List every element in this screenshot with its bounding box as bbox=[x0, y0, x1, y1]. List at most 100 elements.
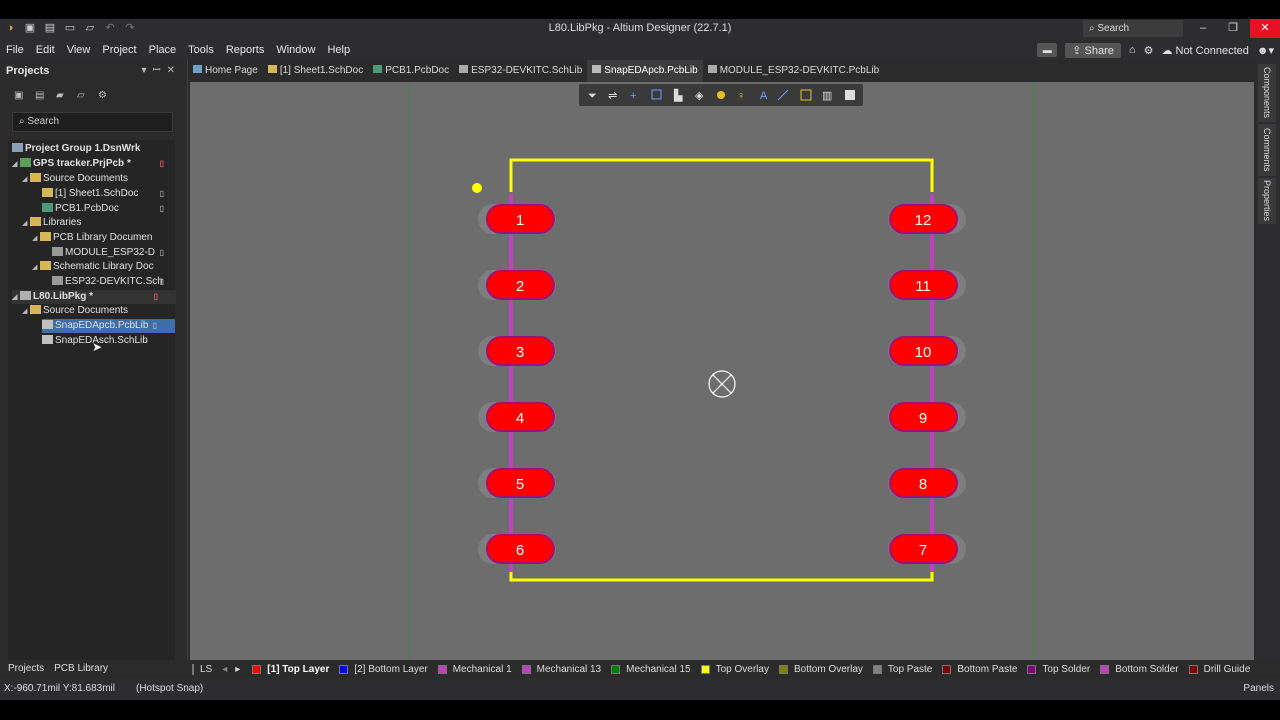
pad-12[interactable]: 12 bbox=[888, 204, 966, 234]
save-project-icon[interactable]: ▣ bbox=[14, 90, 26, 102]
pad-5[interactable]: 5 bbox=[478, 468, 556, 498]
layer-tab-top-layer[interactable]: [1] Top Layer bbox=[248, 664, 335, 675]
layer-tab-bottom-layer[interactable]: [2] Bottom Layer bbox=[335, 664, 433, 675]
tab-sheet1[interactable]: [1] Sheet1.SchDoc bbox=[263, 60, 368, 82]
tree-item-document[interactable]: PCB1.PcbDoc ▯ bbox=[42, 202, 164, 216]
tree-item-document[interactable]: ESP32-DEVKITC.Sch ▯ bbox=[52, 275, 164, 289]
layer-tab-top-solder[interactable]: Top Solder bbox=[1023, 664, 1096, 675]
menu-tools[interactable]: Tools bbox=[182, 40, 220, 60]
gear-icon[interactable]: ⚙ bbox=[1144, 44, 1154, 57]
pad-8[interactable]: 8 bbox=[888, 468, 966, 498]
collapse-arrow-icon[interactable]: ◢ bbox=[12, 291, 20, 305]
menu-edit[interactable]: Edit bbox=[30, 40, 61, 60]
user-icon[interactable]: ☻▾ bbox=[1257, 44, 1274, 57]
layer-tab-top-overlay[interactable]: Top Overlay bbox=[697, 664, 775, 675]
tree-item-project[interactable]: ◢ GPS tracker.PrjPcb * ▯ bbox=[12, 157, 164, 172]
tab-snapeda-pcblib[interactable]: SnapEDApcb.PcbLib bbox=[587, 60, 703, 82]
maximize-button[interactable]: ❐ bbox=[1218, 19, 1248, 38]
tab-properties[interactable]: Properties bbox=[1258, 178, 1276, 224]
text-icon[interactable]: A bbox=[760, 90, 768, 102]
filter-icon[interactable]: ⏷ bbox=[588, 90, 597, 102]
minimize-button[interactable]: – bbox=[1188, 19, 1218, 38]
tree-item-folder[interactable]: ◢ Source Documents bbox=[22, 304, 190, 318]
tree-item-document[interactable]: [1] Sheet1.SchDoc ▯ bbox=[42, 187, 164, 201]
chat-icon[interactable]: ▬ bbox=[1037, 43, 1058, 57]
pcb-canvas[interactable]: ⏷ ⇌ + ▙ ◈ ♀ A ▥ 1 2 3 4 5 6 12 11 10 9 8… bbox=[190, 82, 1254, 660]
tree-item-folder[interactable]: ◢ Libraries bbox=[22, 216, 190, 230]
tree-item-folder[interactable]: ◢ PCB Library Documen bbox=[32, 231, 200, 245]
layer-tab-bottom-paste[interactable]: Bottom Paste bbox=[938, 664, 1023, 675]
pad-4[interactable]: 4 bbox=[478, 402, 556, 432]
layer-tab-drill-guide[interactable]: Drill Guide bbox=[1185, 664, 1257, 675]
tree-item-workspace[interactable]: Project Group 1.DsnWrk bbox=[12, 142, 180, 156]
tree-item-folder[interactable]: ◢ Source Documents bbox=[22, 172, 190, 186]
tab-components[interactable]: Components bbox=[1258, 64, 1276, 122]
align-icon[interactable]: ▙ bbox=[673, 88, 683, 102]
projects-search-input[interactable]: ⌕ Search bbox=[12, 112, 173, 132]
folder-icon[interactable]: ▰ bbox=[56, 90, 68, 102]
panels-button[interactable]: Panels bbox=[1243, 678, 1274, 700]
collapse-arrow-icon[interactable]: ◢ bbox=[32, 232, 40, 246]
menu-help[interactable]: Help bbox=[321, 40, 356, 60]
pad-2[interactable]: 2 bbox=[478, 270, 556, 300]
home-icon[interactable]: ⌂ bbox=[1129, 44, 1136, 56]
menu-window[interactable]: Window bbox=[270, 40, 321, 60]
via-icon[interactable] bbox=[717, 91, 725, 99]
collapse-arrow-icon[interactable]: ◢ bbox=[12, 158, 20, 172]
tree-label: PCB1.PcbDoc bbox=[55, 203, 119, 214]
collapse-arrow-icon[interactable]: ◢ bbox=[32, 261, 40, 275]
pad-3[interactable]: 3 bbox=[478, 336, 556, 366]
menu-project[interactable]: Project bbox=[96, 40, 142, 60]
home-icon bbox=[193, 65, 202, 73]
global-search-input[interactable]: ⌕ Search bbox=[1083, 20, 1183, 37]
tree-item-folder[interactable]: ◢ Schematic Library Doc bbox=[32, 260, 200, 274]
tab-module-pcblib[interactable]: MODULE_ESP32-DEVKITC.PcbLib bbox=[703, 60, 885, 82]
tab-home-page[interactable]: Home Page bbox=[188, 60, 263, 82]
collapse-arrow-icon[interactable]: ◢ bbox=[22, 217, 30, 231]
collapse-arrow-icon[interactable]: ◢ bbox=[22, 173, 30, 187]
connection-status[interactable]: ☁ Not Connected bbox=[1161, 44, 1248, 57]
tab-pcb1[interactable]: PCB1.PcbDoc bbox=[368, 60, 454, 82]
tab-esp32-schlib[interactable]: ESP32-DEVKITC.SchLib bbox=[454, 60, 587, 82]
menu-place[interactable]: Place bbox=[143, 40, 183, 60]
place-string-icon[interactable]: ♀ bbox=[737, 90, 745, 102]
tab-comments[interactable]: Comments bbox=[1258, 124, 1276, 176]
layer-scroll-left-icon[interactable]: ◂ bbox=[218, 664, 231, 675]
panel-controls[interactable]: ▾ꟷ✕ bbox=[141, 60, 181, 82]
menu-file[interactable]: File bbox=[0, 40, 30, 60]
layer-tab-bottom-overlay[interactable]: Bottom Overlay bbox=[775, 664, 869, 675]
layer-tab-top-paste[interactable]: Top Paste bbox=[869, 664, 938, 675]
layer-tab-mechanical-1[interactable]: Mechanical 1 bbox=[434, 664, 518, 675]
settings-icon[interactable]: ⚙ bbox=[98, 90, 110, 102]
tree-item-document[interactable]: SnapEDAsch.SchLib bbox=[42, 334, 175, 348]
footprint-view[interactable]: ⏷ ⇌ + ▙ ◈ ♀ A ▥ 1 2 3 4 5 6 12 11 10 9 8… bbox=[190, 82, 1254, 660]
component-icon[interactable] bbox=[845, 90, 855, 100]
tab-pcb-library[interactable]: PCB Library bbox=[52, 660, 110, 678]
folder-open-icon[interactable]: ▱ bbox=[77, 90, 89, 102]
save-copy-icon[interactable]: ▤ bbox=[35, 90, 47, 102]
share-button[interactable]: ⇪ Share bbox=[1065, 42, 1121, 58]
pad-7[interactable]: 7 bbox=[888, 534, 966, 564]
layer-tab-mechanical-13[interactable]: Mechanical 13 bbox=[518, 664, 607, 675]
pad-9[interactable]: 9 bbox=[888, 402, 966, 432]
pad-6[interactable]: 6 bbox=[478, 534, 556, 564]
crosshair-icon[interactable]: + bbox=[630, 90, 636, 102]
menu-reports[interactable]: Reports bbox=[220, 40, 271, 60]
close-button[interactable]: ✕ bbox=[1250, 19, 1280, 38]
collapse-arrow-icon[interactable]: ◢ bbox=[22, 305, 30, 319]
route-icon[interactable]: ⇌ bbox=[608, 90, 617, 102]
layer-tab-bottom-solder[interactable]: Bottom Solder bbox=[1096, 664, 1184, 675]
layer-scroll-right-icon[interactable]: ▸ bbox=[231, 664, 248, 675]
tree-item-libpkg[interactable]: ◢ L80.LibPkg * ▯ bbox=[12, 290, 176, 304]
layer-tab-mechanical-15[interactable]: Mechanical 15 bbox=[607, 664, 696, 675]
pad-11[interactable]: 11 bbox=[888, 270, 966, 300]
layer-set-button[interactable]: LS bbox=[194, 664, 218, 675]
pad-10[interactable]: 10 bbox=[888, 336, 966, 366]
tree-item-selected-document[interactable]: SnapEDApcb.PcbLib ▯ bbox=[42, 319, 175, 333]
tree-item-document[interactable]: MODULE_ESP32-D ▯ bbox=[52, 246, 164, 260]
dimension-icon[interactable]: ▥ bbox=[822, 90, 832, 102]
tab-projects[interactable]: Projects bbox=[6, 660, 46, 678]
pad-icon[interactable]: ◈ bbox=[695, 90, 704, 102]
pad-1[interactable]: 1 bbox=[478, 204, 556, 234]
menu-view[interactable]: View bbox=[61, 40, 97, 60]
